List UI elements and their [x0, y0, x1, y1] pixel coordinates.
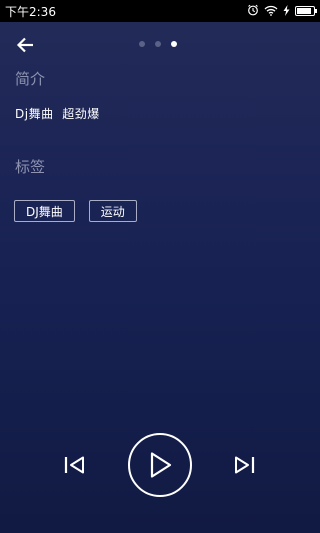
page-indicator: [139, 41, 177, 47]
tags-title: 标签: [15, 158, 46, 176]
status-icons: [247, 4, 317, 18]
back-button[interactable]: [14, 34, 36, 56]
previous-button[interactable]: [62, 453, 88, 477]
battery-fill: [297, 8, 312, 14]
skip-next-icon: [235, 456, 255, 474]
next-button[interactable]: [231, 453, 257, 477]
status-time: 下午2:36: [5, 4, 56, 19]
tag-sport[interactable]: 运动: [88, 200, 137, 222]
intro-title: 简介: [15, 70, 46, 88]
status-bar: 下午2:36: [0, 0, 320, 22]
battery-icon: [295, 6, 317, 16]
page-dot-active: [171, 41, 177, 47]
charging-icon: [283, 4, 290, 18]
play-button[interactable]: [128, 433, 192, 497]
intro-text: Dj舞曲 超劲爆: [15, 107, 100, 121]
play-icon: [150, 452, 172, 478]
page-dot: [155, 41, 161, 47]
wifi-icon: [264, 5, 278, 18]
skip-previous-icon: [64, 456, 84, 474]
tag-dj[interactable]: DJ舞曲: [14, 200, 75, 222]
page-dot: [139, 41, 145, 47]
player-controls: [0, 433, 320, 497]
alarm-icon: [247, 4, 259, 18]
tag-list: DJ舞曲 运动: [14, 200, 137, 222]
arrow-left-icon: [16, 37, 33, 53]
